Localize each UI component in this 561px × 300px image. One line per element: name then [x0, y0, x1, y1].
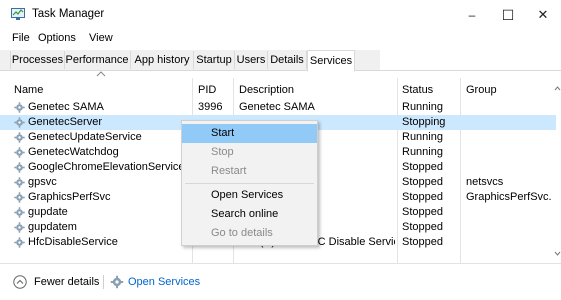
- fewer-details-button[interactable]: Fewer details: [34, 276, 99, 288]
- tab-performance[interactable]: Performance: [64, 51, 131, 69]
- scroll-down-arrow-icon: [554, 251, 561, 256]
- minimize-button[interactable]: –: [454, 0, 490, 30]
- column-header-description[interactable]: Description: [239, 84, 294, 96]
- service-group: netsvcs: [466, 176, 504, 188]
- service-status: Stopped: [402, 191, 443, 203]
- maximize-button[interactable]: ☐: [490, 0, 526, 30]
- tab-label: Services: [309, 55, 353, 67]
- service-name: HfcDisableService: [28, 236, 118, 248]
- window-title: Task Manager: [32, 8, 105, 20]
- maximize-icon: ☐: [501, 6, 515, 23]
- gear-icon: [110, 275, 124, 289]
- vertical-scrollbar[interactable]: [554, 80, 561, 265]
- service-name: GenetecWatchdog: [28, 146, 119, 158]
- tab-label: Users: [236, 54, 266, 66]
- tab-label: Processes: [11, 54, 64, 66]
- sort-ascending-icon: [96, 71, 106, 77]
- context-menu: Start Stop Restart Open Services Search …: [181, 120, 318, 246]
- context-menu-stop[interactable]: Stop: [182, 143, 317, 162]
- service-name: gupdate: [28, 206, 68, 218]
- gear-icon: [14, 147, 25, 158]
- column-header-row: Name PID Description Status Group: [0, 80, 561, 98]
- service-status: Running: [402, 131, 443, 143]
- service-status: Stopped: [402, 236, 443, 248]
- scroll-up-arrow-icon: [554, 86, 561, 91]
- close-icon: ✕: [537, 7, 549, 22]
- service-name: GenetecUpdateService: [28, 131, 142, 143]
- gear-icon: [14, 132, 25, 143]
- footer-separator: [103, 275, 104, 289]
- tab-label: Details: [270, 54, 304, 66]
- footer-bar: Fewer details Open Services: [0, 270, 561, 294]
- service-status: Stopped: [402, 206, 443, 218]
- column-header-status[interactable]: Status: [402, 84, 433, 96]
- title-bar: Task Manager – ☐ ✕: [0, 0, 561, 30]
- context-menu-go-to-details[interactable]: Go to details: [182, 224, 317, 243]
- gear-icon: [14, 117, 25, 128]
- service-name: gupdatem: [28, 221, 77, 233]
- context-menu-separator: [185, 183, 314, 184]
- service-status: Running: [402, 101, 443, 113]
- column-header-name[interactable]: Name: [14, 84, 43, 96]
- service-status: Stopped: [402, 176, 443, 188]
- tab-users[interactable]: Users: [235, 51, 268, 69]
- service-name: Genetec SAMA: [28, 101, 104, 113]
- context-menu-open-services[interactable]: Open Services: [182, 186, 317, 205]
- gear-icon: [14, 192, 25, 203]
- gear-icon: [14, 177, 25, 188]
- service-group: GraphicsPerfSvc...: [466, 191, 552, 203]
- column-header-group[interactable]: Group: [466, 84, 497, 96]
- service-name: GraphicsPerfSvc: [28, 191, 111, 203]
- tab-processes[interactable]: Processes: [10, 51, 65, 69]
- service-status: Stopped: [402, 161, 443, 173]
- chevron-up-circle-icon[interactable]: [13, 275, 27, 289]
- service-pid: 3996: [198, 101, 223, 113]
- service-name: GenetecServer: [28, 116, 102, 128]
- gear-icon: [14, 207, 25, 218]
- minimize-icon: –: [468, 8, 476, 22]
- context-menu-start[interactable]: Start: [182, 124, 317, 143]
- gear-icon: [14, 237, 25, 248]
- gear-icon: [14, 162, 25, 173]
- tab-app-history[interactable]: App history: [131, 51, 194, 69]
- close-button[interactable]: ✕: [525, 0, 561, 30]
- table-row[interactable]: Genetec SAMA 3996 Genetec SAMA Running: [0, 100, 556, 115]
- tab-bar: Processes Performance App history Startu…: [0, 50, 561, 72]
- context-menu-restart[interactable]: Restart: [182, 162, 317, 181]
- gear-icon: [14, 222, 25, 233]
- footer-divider: [0, 263, 561, 264]
- menu-options[interactable]: Options: [38, 32, 76, 44]
- tab-label: App history: [134, 54, 190, 66]
- task-manager-icon: [11, 8, 25, 20]
- service-status: Running: [402, 146, 443, 158]
- service-status: Stopping: [402, 116, 446, 128]
- context-menu-search-online[interactable]: Search online: [182, 205, 317, 224]
- service-name: GoogleChromeElevationService: [28, 161, 185, 173]
- tab-label: Performance: [65, 54, 129, 66]
- service-description: Genetec SAMA: [239, 101, 315, 113]
- tab-services[interactable]: Services: [307, 50, 355, 72]
- service-status: Stopped: [402, 221, 443, 233]
- gear-icon: [14, 102, 25, 113]
- open-services-link[interactable]: Open Services: [128, 276, 200, 288]
- tab-label: Startup: [196, 54, 232, 66]
- tab-startup[interactable]: Startup: [194, 51, 235, 69]
- column-header-pid[interactable]: PID: [198, 84, 216, 96]
- service-name: gpsvc: [28, 176, 57, 188]
- menu-view[interactable]: View: [89, 32, 113, 44]
- menu-file[interactable]: File: [12, 32, 30, 44]
- tab-details[interactable]: Details: [268, 51, 307, 69]
